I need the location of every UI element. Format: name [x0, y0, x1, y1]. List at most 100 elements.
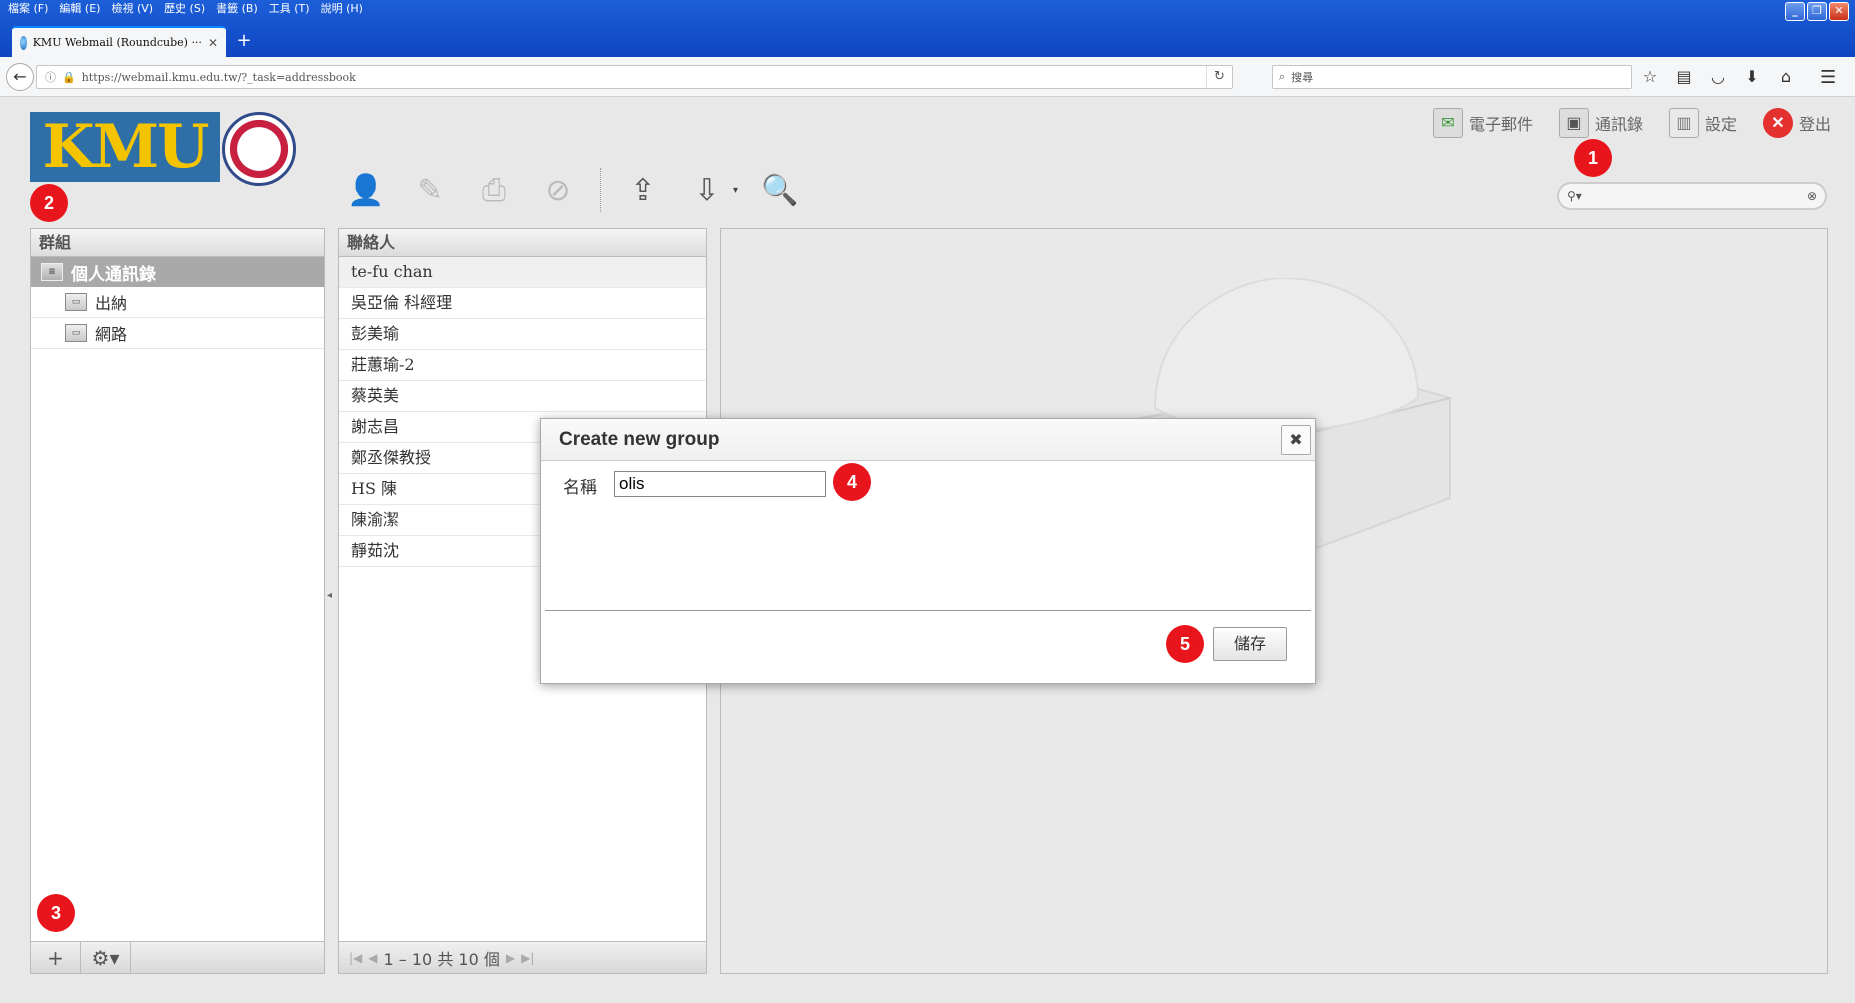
- search-options-icon[interactable]: ⚲▾: [1567, 189, 1582, 203]
- tab-close-icon[interactable]: ✕: [208, 36, 218, 50]
- dialog-title: Create new group: [541, 419, 1315, 461]
- menu-view[interactable]: 檢視 (V): [107, 0, 160, 18]
- lock-icon: 🔒: [62, 70, 76, 84]
- last-page-icon: ▶|: [521, 950, 535, 965]
- add-contact-icon[interactable]: 👤: [344, 168, 388, 212]
- group-item[interactable]: ▭ 網路: [31, 318, 324, 349]
- group-name-input[interactable]: [614, 471, 826, 497]
- nav-settings[interactable]: ▥ 設定: [1668, 108, 1737, 138]
- university-seal-logo: [222, 112, 296, 186]
- groups-panel: 群組 ≡ 個人通訊錄 ▭ 出納 ▭ 網路 + ⚙▾: [30, 228, 325, 974]
- group-icon: ▭: [65, 324, 87, 342]
- nav-mail[interactable]: ✉ 電子郵件: [1432, 108, 1533, 138]
- kmu-logo: KMU: [30, 112, 220, 182]
- dialog-close-button[interactable]: ✖: [1281, 425, 1311, 455]
- contact-row[interactable]: 蔡英美: [339, 381, 706, 412]
- group-personal-addressbook[interactable]: ≡ 個人通訊錄: [31, 257, 324, 287]
- group-item-label: 網路: [95, 325, 128, 344]
- group-item[interactable]: ▭ 出納: [31, 287, 324, 318]
- contact-search-input[interactable]: ⚲▾ ⊗: [1557, 182, 1827, 210]
- url-bar[interactable]: ⓘ 🔒 https://webmail.kmu.edu.tw/?_task=ad…: [36, 65, 1233, 89]
- groups-footer: + ⚙▾: [31, 941, 324, 973]
- logout-icon: ✕: [1762, 108, 1793, 138]
- home-icon[interactable]: ⌂: [1776, 67, 1796, 86]
- panel-splitter[interactable]: ◂: [327, 590, 335, 610]
- mail-icon: ✉: [1432, 108, 1463, 138]
- addressbook-toolbar: 👤 ✎ ⎙ ⊘ ⇪ ⇩ ▾ 🔍: [344, 168, 802, 212]
- group-icon: ▭: [65, 293, 87, 311]
- save-button[interactable]: 儲存: [1213, 627, 1287, 661]
- prev-page-icon: ◀: [368, 950, 378, 965]
- settings-icon: ▥: [1668, 108, 1699, 138]
- search-reset-icon[interactable]: ⊗: [1807, 189, 1817, 203]
- delete-icon: ⊘: [545, 172, 571, 208]
- url-text: https://webmail.kmu.edu.tw/?_task=addres…: [81, 70, 356, 84]
- export-dropdown-icon[interactable]: ▾: [733, 185, 738, 196]
- window-controls: _ ❐ ✕: [1785, 2, 1849, 21]
- search-icon[interactable]: 🔍: [758, 168, 802, 212]
- bookmark-star-icon[interactable]: ☆: [1640, 67, 1660, 86]
- restore-button[interactable]: ❐: [1807, 2, 1827, 21]
- create-group-dialog: Create new group ✖ 名稱 4 5 儲存: [540, 418, 1316, 684]
- group-root-label: 個人通訊錄: [71, 264, 156, 285]
- pagination-text: 1 – 10 共 10 個: [383, 949, 500, 969]
- browser-navbar: ← ⓘ 🔒 https://webmail.kmu.edu.tw/?_task=…: [0, 57, 1855, 97]
- add-group-button[interactable]: +: [31, 942, 81, 973]
- back-button[interactable]: ←: [6, 63, 34, 91]
- new-tab-button[interactable]: +: [234, 30, 254, 52]
- first-page-icon: |◀: [349, 950, 363, 965]
- pocket-icon[interactable]: ◡: [1708, 67, 1728, 86]
- nav-addressbook-label: 通訊錄: [1594, 117, 1643, 134]
- menu-edit[interactable]: 編輯 (E): [55, 0, 107, 18]
- window-close-button[interactable]: ✕: [1829, 2, 1849, 21]
- menu-bookmarks[interactable]: 書籤 (B): [212, 0, 265, 18]
- step-badge-4: 4: [833, 463, 871, 501]
- import-icon[interactable]: ⇪: [621, 168, 665, 212]
- step-badge-1: 1: [1574, 139, 1612, 177]
- group-name-label: 名稱: [563, 478, 597, 498]
- reading-list-icon[interactable]: ▤: [1674, 67, 1694, 86]
- step-badge-2: 2: [30, 184, 68, 222]
- nav-logout-label: 登出: [1798, 117, 1831, 134]
- group-options-gear-icon[interactable]: ⚙▾: [81, 942, 131, 973]
- group-item-label: 出納: [95, 294, 128, 313]
- contact-row[interactable]: 莊蕙瑜-2: [339, 350, 706, 381]
- menu-tools[interactable]: 工具 (T): [265, 0, 317, 18]
- nav-addressbook[interactable]: ▣ 通訊錄: [1558, 108, 1643, 138]
- tab-title: KMU Webmail (Roundcube) ···: [32, 36, 202, 49]
- menu-history[interactable]: 歷史 (S): [160, 0, 212, 18]
- browser-tab[interactable]: KMU Webmail (Roundcube) ··· ✕: [12, 26, 226, 57]
- step-badge-3: 3: [37, 894, 75, 932]
- browser-search-placeholder: 搜尋: [1291, 71, 1314, 84]
- info-icon[interactable]: ⓘ: [45, 69, 56, 85]
- addressbook-icon: ▣: [1558, 108, 1589, 138]
- menu-file[interactable]: 檔案 (F): [4, 0, 55, 18]
- nav-logout[interactable]: ✕ 登出: [1762, 108, 1831, 138]
- top-navigation: ✉ 電子郵件 ▣ 通訊錄 ▥ 設定 ✕ 登出: [1432, 108, 1831, 138]
- contacts-header: 聯絡人: [339, 229, 706, 257]
- browser-menubar: 檔案 (F) 編輯 (E) 檢視 (V) 歷史 (S) 書籤 (B) 工具 (T…: [0, 0, 370, 18]
- dialog-divider: [545, 610, 1311, 611]
- print-icon: ⎙: [482, 172, 506, 208]
- search-glass-icon: ⌕: [1279, 70, 1286, 83]
- toolbar-separator: [600, 168, 601, 212]
- export-icon[interactable]: ⇩: [685, 168, 729, 212]
- browser-search-input[interactable]: ⌕ 搜尋: [1272, 65, 1632, 89]
- contact-row[interactable]: 彭美瑜: [339, 319, 706, 350]
- contact-row[interactable]: te-fu chan: [339, 257, 706, 288]
- addressbook-group-icon: ≡: [41, 263, 63, 281]
- reload-icon[interactable]: ↻: [1206, 66, 1232, 88]
- edit-contact-icon: ✎: [417, 172, 443, 208]
- minimize-button[interactable]: _: [1785, 2, 1805, 21]
- step-badge-5: 5: [1166, 625, 1204, 663]
- groups-header: 群組: [31, 229, 324, 257]
- navbar-icons: ☆ ▤ ◡ ⬇ ⌂: [1640, 67, 1796, 86]
- menu-hamburger-icon[interactable]: ☰: [1820, 67, 1836, 88]
- nav-mail-label: 電子郵件: [1468, 117, 1533, 134]
- menu-help[interactable]: 說明 (H): [317, 0, 370, 18]
- nav-settings-label: 設定: [1704, 117, 1737, 134]
- contact-row[interactable]: 吳亞倫 科經理: [339, 288, 706, 319]
- favicon-icon: [20, 35, 27, 50]
- next-page-icon: ▶: [505, 950, 516, 965]
- download-icon[interactable]: ⬇: [1742, 67, 1762, 86]
